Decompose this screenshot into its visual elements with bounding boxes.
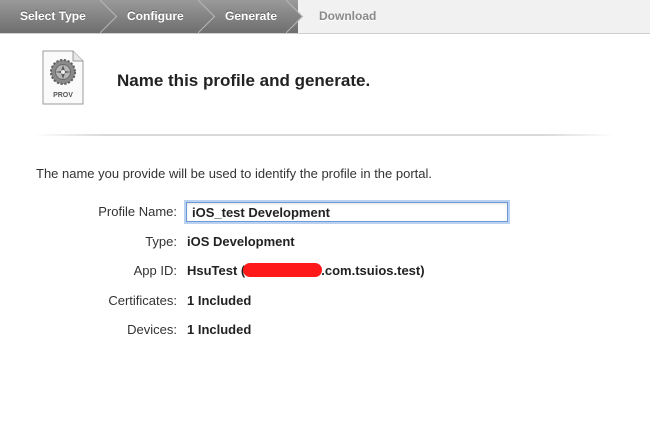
wizard-step-bar: Select Type Configure Generate Download	[0, 0, 650, 34]
generate-profile-page: Select Type Configure Generate Download …	[0, 0, 650, 435]
step-select-type[interactable]: Select Type	[0, 0, 112, 33]
type-row: Type: iOS Development	[0, 232, 650, 252]
app-id-prefix: HsuTest (	[187, 263, 246, 278]
type-label: Type:	[145, 234, 177, 249]
step-label: Select Type	[20, 9, 86, 23]
step-configure[interactable]: Configure	[100, 0, 210, 33]
divider	[34, 134, 614, 136]
app-id-label: App ID:	[133, 263, 177, 278]
step-label: Generate	[225, 9, 278, 23]
step-generate[interactable]: Generate	[198, 0, 298, 33]
step-label: Configure	[127, 9, 184, 23]
type-value: iOS Development	[187, 234, 295, 249]
app-id-value: HsuTest ( .com.tsuios.test)	[187, 263, 425, 278]
step-label: Download	[319, 9, 377, 23]
icon-label: PROV	[53, 92, 73, 99]
step-download: Download	[298, 0, 650, 33]
profile-name-input[interactable]	[186, 202, 508, 222]
redaction-mark	[243, 263, 323, 277]
profile-name-row: Profile Name:	[0, 202, 650, 222]
devices-label: Devices:	[127, 322, 177, 337]
devices-row: Devices: 1 Included	[0, 320, 650, 340]
certificates-row: Certificates: 1 Included	[0, 291, 650, 311]
profile-name-label: Profile Name:	[98, 204, 177, 219]
provisioning-profile-icon: PROV	[42, 50, 84, 105]
certificates-value: 1 Included	[187, 293, 252, 308]
app-id-suffix: .com.tsuios.test)	[321, 263, 425, 278]
description-text: The name you provide will be used to ide…	[36, 166, 433, 181]
app-id-row: App ID: HsuTest ( .com.tsuios.test)	[0, 261, 650, 281]
devices-value: 1 Included	[187, 322, 252, 337]
page-title: Name this profile and generate.	[117, 71, 371, 90]
certificates-label: Certificates:	[108, 293, 177, 308]
